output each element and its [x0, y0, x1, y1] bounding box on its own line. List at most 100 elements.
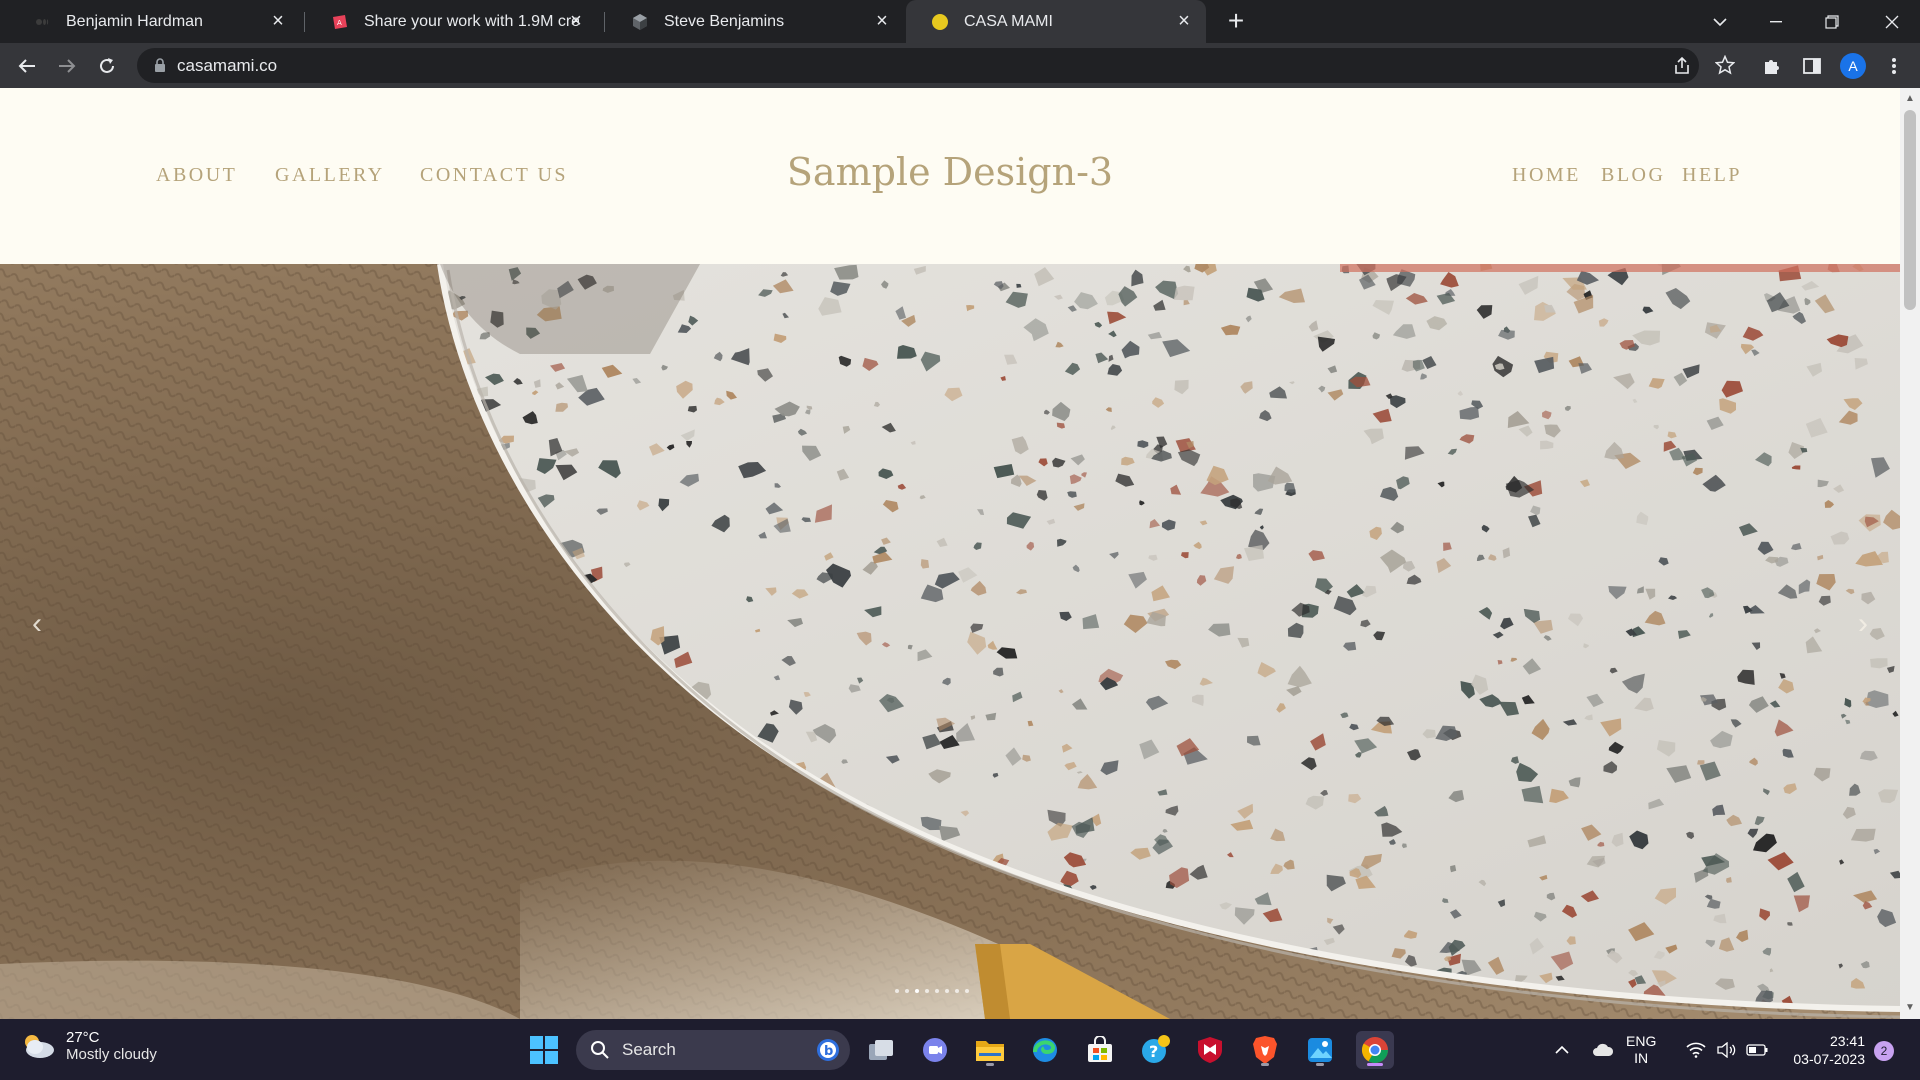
next-slide-arrow[interactable]: › — [1848, 604, 1878, 644]
search-icon — [591, 1041, 609, 1059]
hero-image-terrazzo-table — [0, 264, 1900, 1019]
svg-text:A: A — [337, 19, 342, 27]
mcafee-shield-icon[interactable] — [1191, 1031, 1229, 1069]
svg-text:?: ? — [1149, 1042, 1158, 1061]
battery-icon[interactable] — [1744, 1019, 1770, 1080]
page-scrollbar[interactable]: ▲ ▼ — [1900, 88, 1920, 1019]
forward-arrow-icon[interactable] — [50, 49, 84, 83]
slide-dot[interactable] — [895, 989, 899, 993]
volume-icon[interactable] — [1714, 1019, 1738, 1080]
bookmark-star-icon[interactable] — [1713, 53, 1737, 77]
slide-dot[interactable] — [955, 989, 959, 993]
scrollbar-thumb[interactable] — [1904, 110, 1916, 310]
slide-dot[interactable] — [945, 989, 949, 993]
show-hidden-icons-chevron-icon[interactable] — [1550, 1019, 1574, 1080]
yellow-circle-favicon-icon — [930, 12, 950, 32]
slide-dot[interactable] — [925, 989, 929, 993]
windows-taskbar: 27°C Mostly cloudy Search b ? ENG IN 23:… — [0, 1019, 1920, 1080]
microsoft-store-icon[interactable] — [1081, 1031, 1119, 1069]
weather-condition: Mostly cloudy — [66, 1046, 157, 1063]
weather-widget[interactable]: 27°C Mostly cloudy — [20, 1029, 157, 1063]
address-bar[interactable]: casamami.co — [137, 48, 1699, 83]
running-indicator — [1261, 1063, 1269, 1066]
tab-search-chevron-down-icon[interactable] — [1692, 0, 1748, 43]
slide-dot[interactable] — [935, 989, 939, 993]
new-tab-button[interactable]: + — [1222, 7, 1250, 36]
web-page: ABOUT GALLERY CONTACT US Sample Design-3… — [0, 88, 1900, 1019]
system-clock[interactable]: 23:41 03-07-2023 — [1779, 1032, 1865, 1068]
cube-favicon-icon — [630, 12, 650, 32]
tab-separator — [304, 12, 305, 32]
nav-blog[interactable]: BLOG — [1601, 164, 1665, 187]
onedrive-cloud-icon[interactable] — [1590, 1019, 1616, 1080]
tab-separator — [604, 12, 605, 32]
minimize-window-icon[interactable] — [1748, 0, 1804, 43]
slide-indicator-dots — [895, 989, 969, 993]
terrazzo-chip — [1016, 283, 1022, 288]
nav-help[interactable]: HELP — [1682, 164, 1742, 187]
tab-title: Share your work with 1.9M creati — [364, 12, 579, 30]
wifi-icon[interactable] — [1684, 1019, 1708, 1080]
hero-slider: ‹ › — [0, 264, 1900, 1019]
back-arrow-icon[interactable] — [10, 49, 44, 83]
extensions-puzzle-icon[interactable] — [1760, 54, 1784, 78]
tab-share-your-work[interactable]: A Share your work with 1.9M creati × — [306, 0, 598, 43]
terrazzo-chip — [920, 559, 930, 569]
cloudy-weather-icon — [25, 1035, 54, 1058]
svg-text:b: b — [824, 1044, 833, 1059]
tab-casa-mami[interactable]: CASA MAMI × — [906, 0, 1206, 43]
browser-tab-strip: Benjamin Hardman × A Share your work wit… — [0, 0, 1920, 43]
notification-count-badge[interactable]: 2 — [1874, 1041, 1894, 1061]
close-tab-icon[interactable]: × — [1174, 11, 1194, 32]
share-icon[interactable] — [1672, 56, 1692, 76]
taskbar-search[interactable]: Search b — [576, 1030, 850, 1070]
language-indicator[interactable]: ENG IN — [1626, 1033, 1656, 1067]
file-explorer-icon[interactable] — [971, 1031, 1009, 1069]
close-tab-icon[interactable]: × — [872, 11, 892, 32]
terrazzo-chip — [1173, 285, 1195, 301]
chrome-browser-icon[interactable] — [1356, 1031, 1394, 1069]
close-window-icon[interactable] — [1864, 0, 1920, 43]
photos-app-icon[interactable] — [1301, 1031, 1339, 1069]
tab-steve-benjamins[interactable]: Steve Benjamins × — [606, 0, 904, 43]
reload-icon[interactable] — [90, 49, 124, 83]
brave-browser-icon[interactable] — [1246, 1031, 1284, 1069]
tab-benjamin-hardman[interactable]: Benjamin Hardman × — [8, 0, 300, 43]
running-indicator — [1316, 1063, 1324, 1066]
restore-window-icon[interactable] — [1804, 0, 1860, 43]
windows-start-icon[interactable] — [525, 1031, 563, 1069]
terrazzo-chip — [1787, 922, 1793, 926]
lock-icon[interactable] — [153, 57, 167, 73]
tab-title: Steve Benjamins — [664, 12, 785, 30]
slide-dot[interactable] — [905, 989, 909, 993]
running-indicator — [986, 1063, 994, 1066]
task-view-icon[interactable] — [862, 1031, 900, 1069]
previous-slide-arrow[interactable]: ‹ — [22, 604, 52, 644]
medium-favicon-icon — [32, 12, 52, 32]
weather-temperature: 27°C — [66, 1029, 100, 1046]
bing-chat-icon[interactable]: b — [816, 1038, 840, 1062]
clock-time: 23:41 — [1829, 1033, 1865, 1049]
side-panel-icon[interactable] — [1800, 54, 1824, 78]
more-menu-icon[interactable] — [1882, 54, 1906, 78]
get-help-icon[interactable]: ? — [1136, 1031, 1174, 1069]
scroll-down-arrow-icon[interactable]: ▼ — [1905, 1003, 1915, 1013]
design-site-favicon-icon: A — [330, 12, 350, 32]
close-tab-icon[interactable]: × — [268, 11, 288, 32]
slide-dot[interactable] — [915, 989, 919, 993]
teams-chat-icon[interactable] — [916, 1031, 954, 1069]
profile-avatar[interactable]: A — [1840, 53, 1866, 79]
clock-date: 03-07-2023 — [1793, 1051, 1865, 1067]
browser-toolbar: casamami.co A — [0, 43, 1920, 88]
scroll-up-arrow-icon[interactable]: ▲ — [1905, 94, 1915, 104]
url-text: casamami.co — [177, 56, 278, 75]
close-tab-icon[interactable]: × — [566, 11, 586, 32]
edge-browser-icon[interactable] — [1026, 1031, 1064, 1069]
tab-title: CASA MAMI — [964, 12, 1053, 30]
slide-dot[interactable] — [965, 989, 969, 993]
tab-title: Benjamin Hardman — [66, 12, 203, 30]
language-code: ENG — [1626, 1033, 1657, 1049]
nav-home[interactable]: HOME — [1512, 164, 1581, 187]
search-label: Search — [622, 1040, 676, 1059]
site-header: ABOUT GALLERY CONTACT US Sample Design-3… — [0, 88, 1900, 264]
